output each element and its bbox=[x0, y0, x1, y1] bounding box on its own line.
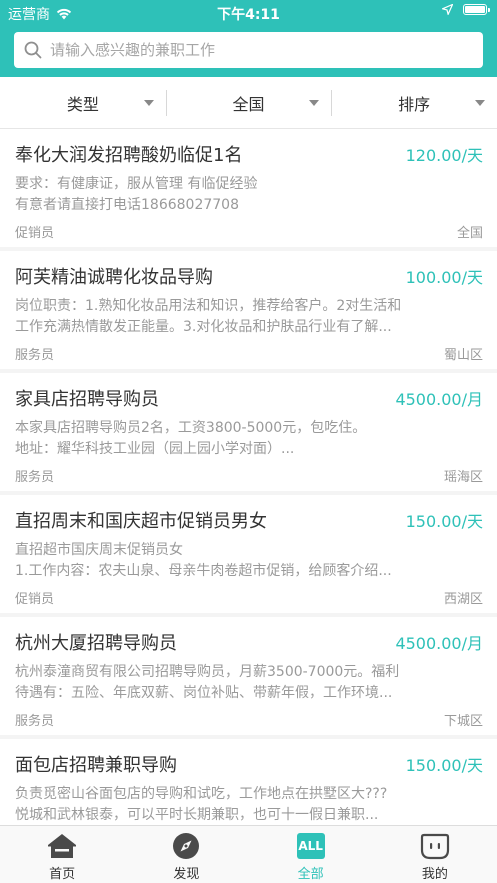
job-description-line: 地址：耀华科技工业园（园上园小学对面）... bbox=[15, 441, 295, 457]
filter-region-label: 全国 bbox=[232, 94, 265, 114]
job-description-line: 要求：有健康证，服从管理 有临促经验 bbox=[15, 176, 258, 192]
job-type: 服务员 bbox=[15, 348, 55, 363]
search-bar[interactable] bbox=[14, 32, 483, 68]
job-description-line: 工作充满热情散发正能量。3.对化妆品和护肤品行业有了解... bbox=[15, 319, 392, 335]
job-title: 奉化大润发招聘酸奶临促1名 bbox=[15, 145, 243, 166]
caret-down-icon bbox=[475, 100, 486, 106]
tab-bar: 首页 发现 ALL 全部 我的 bbox=[0, 825, 497, 883]
job-title: 杭州大厦招聘导购员 bbox=[15, 633, 177, 654]
filter-sort-label: 排序 bbox=[398, 94, 431, 114]
compass-icon bbox=[171, 832, 201, 860]
header: 运营商 下午4:11 bbox=[0, 0, 497, 77]
location-arrow-icon bbox=[442, 4, 453, 15]
job-area: 下城区 bbox=[443, 714, 483, 729]
job-type: 服务员 bbox=[15, 714, 55, 729]
job-description: 本家具店招聘导购员2名，工资3800-5000元，包吃住。 地址：耀华科技工业园… bbox=[15, 418, 483, 460]
job-description-line: 有意者请直接打电话18668027708 bbox=[15, 197, 239, 213]
job-area: 瑶海区 bbox=[443, 470, 483, 485]
job-description-line: 岗位职责：1.熟知化妆品用法和知识，推荐给客户。2对生活和 bbox=[15, 298, 402, 314]
status-right bbox=[442, 4, 490, 15]
job-description: 岗位职责：1.熟知化妆品用法和知识，推荐给客户。2对生活和 工作充满热情散发正能… bbox=[15, 296, 483, 338]
job-area: 全国 bbox=[456, 226, 483, 241]
tab-discover-label: 发现 bbox=[173, 867, 200, 882]
profile-icon bbox=[420, 832, 450, 860]
job-description-line: 1.工作内容：农夫山泉、母亲牛肉卷超市促销，给顾客介绍... bbox=[15, 563, 392, 579]
job-description: 直招超市国庆周末促销员女 1.工作内容：农夫山泉、母亲牛肉卷超市促销，给顾客介绍… bbox=[15, 540, 483, 582]
all-icon-wrapper: ALL bbox=[296, 832, 326, 860]
all-icon: ALL bbox=[296, 833, 325, 859]
job-type: 服务员 bbox=[15, 470, 55, 485]
job-type: 促销员 bbox=[15, 226, 55, 241]
job-area: 西湖区 bbox=[443, 592, 483, 607]
search-input[interactable] bbox=[50, 41, 470, 59]
job-salary: 4500.00/月 bbox=[395, 634, 483, 653]
job-description-line: 悦城和武林银泰，可以平时长期兼职，也可十一假日兼职... bbox=[15, 807, 379, 823]
job-salary: 100.00/天 bbox=[405, 268, 483, 287]
filter-type[interactable]: 类型 bbox=[0, 77, 166, 128]
job-list-item[interactable]: 家具店招聘导购员 4500.00/月 本家具店招聘导购员2名，工资3800-50… bbox=[0, 373, 497, 491]
job-list-item[interactable]: 杭州大厦招聘导购员 4500.00/月 杭州泰潼商贸有限公司招聘导购员，月薪35… bbox=[0, 617, 497, 735]
tab-all-label: 全部 bbox=[297, 867, 324, 882]
job-list-item[interactable]: 奉化大润发招聘酸奶临促1名 120.00/天 要求：有健康证，服从管理 有临促经… bbox=[0, 129, 497, 247]
tab-home-label: 首页 bbox=[49, 867, 76, 882]
job-description: 杭州泰潼商贸有限公司招聘导购员，月薪3500-7000元。福利 待遇有：五险、年… bbox=[15, 662, 483, 704]
filter-bar: 类型 全国 排序 bbox=[0, 77, 497, 129]
job-description: 负责觅密山谷面包店的导购和试吃，工作地点在拱墅区大??? 悦城和武林银泰，可以平… bbox=[15, 784, 483, 825]
tab-discover[interactable]: 发现 bbox=[124, 826, 248, 883]
filter-region[interactable]: 全国 bbox=[165, 77, 332, 128]
job-salary: 4500.00/月 bbox=[395, 390, 483, 409]
job-description-line: 杭州泰潼商贸有限公司招聘导购员，月薪3500-7000元。福利 bbox=[15, 664, 400, 680]
job-salary: 150.00/天 bbox=[405, 756, 483, 775]
job-salary: 150.00/天 bbox=[405, 512, 483, 531]
battery-icon bbox=[463, 4, 490, 15]
job-list-item[interactable]: 阿芙精油诚聘化妆品导购 100.00/天 岗位职责：1.熟知化妆品用法和知识，推… bbox=[0, 251, 497, 369]
job-title: 直招周末和国庆超市促销员男女 bbox=[15, 511, 267, 532]
caret-down-icon bbox=[309, 100, 320, 106]
tab-profile[interactable]: 我的 bbox=[373, 826, 497, 883]
tab-profile-label: 我的 bbox=[421, 867, 448, 882]
filter-sort[interactable]: 排序 bbox=[331, 77, 497, 128]
job-title: 家具店招聘导购员 bbox=[15, 389, 159, 410]
status-bar: 运营商 下午4:11 bbox=[0, 0, 497, 26]
job-list-item[interactable]: 面包店招聘兼职导购 150.00/天 负责觅密山谷面包店的导购和试吃，工作地点在… bbox=[0, 739, 497, 825]
job-description-line: 负责觅密山谷面包店的导购和试吃，工作地点在拱墅区大??? bbox=[15, 786, 388, 802]
job-type: 促销员 bbox=[15, 592, 55, 607]
job-list[interactable]: 奉化大润发招聘酸奶临促1名 120.00/天 要求：有健康证，服从管理 有临促经… bbox=[0, 129, 497, 825]
tab-home[interactable]: 首页 bbox=[0, 826, 124, 883]
status-time: 下午4:11 bbox=[217, 7, 280, 23]
job-description-line: 本家具店招聘导购员2名，工资3800-5000元，包吃住。 bbox=[15, 420, 367, 436]
caret-down-icon bbox=[143, 100, 154, 106]
job-area: 蜀山区 bbox=[443, 348, 483, 363]
search-icon bbox=[24, 41, 42, 59]
filter-type-label: 类型 bbox=[66, 94, 99, 114]
job-title: 面包店招聘兼职导购 bbox=[15, 755, 177, 776]
job-salary: 120.00/天 bbox=[405, 146, 483, 165]
job-description-line: 待遇有：五险、年底双薪、岗位补贴、带薪年假，工作环境... bbox=[15, 685, 393, 701]
job-description: 要求：有健康证，服从管理 有临促经验 有意者请直接打电话18668027708 bbox=[15, 174, 483, 216]
tab-all[interactable]: ALL 全部 bbox=[249, 826, 373, 883]
job-list-item[interactable]: 直招周末和国庆超市促销员男女 150.00/天 直招超市国庆周末促销员女 1.工… bbox=[0, 495, 497, 613]
job-title: 阿芙精油诚聘化妆品导购 bbox=[15, 267, 213, 288]
home-icon bbox=[47, 832, 77, 860]
job-description-line: 直招超市国庆周末促销员女 bbox=[15, 542, 183, 558]
